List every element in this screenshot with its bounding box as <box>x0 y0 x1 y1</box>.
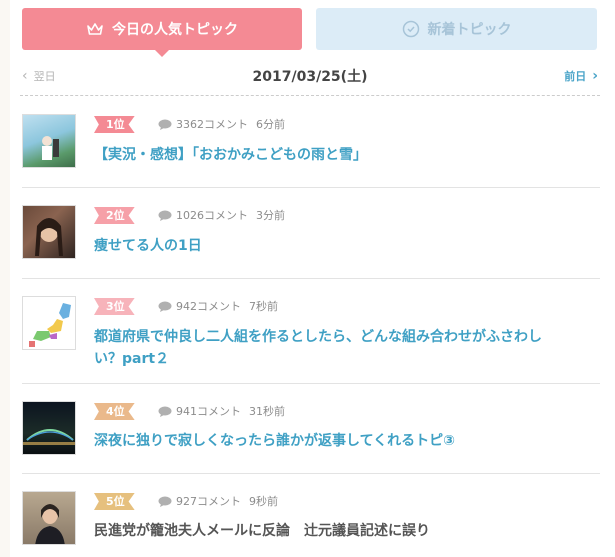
current-date: 2017/03/25(土) <box>252 69 368 85</box>
comment-bubble-icon <box>158 210 172 221</box>
topic-thumbnail[interactable] <box>22 114 76 168</box>
chevron-right-icon: › <box>592 68 598 84</box>
topic-title[interactable]: 深夜に独りで寂しくなったら誰かが返事してくれるトピ③ <box>94 430 569 452</box>
comment-count: 1026コメント <box>176 209 248 222</box>
tab-new-label: 新着トピック <box>427 22 512 38</box>
comment-bubble-icon <box>158 496 172 507</box>
topic-thumbnail[interactable] <box>22 401 76 455</box>
tab-popular-today[interactable]: 今日の人気トピック <box>22 8 302 57</box>
topic-meta: 941コメント 31秒前 <box>158 403 285 419</box>
topic-thumbnail[interactable] <box>22 205 76 259</box>
date-navigation: ‹ 翌日 2017/03/25(土) 前日 › <box>20 62 600 96</box>
topic-meta: 927コメント 9秒前 <box>158 493 278 509</box>
topic-item-4[interactable]: 4位 941コメント 31秒前 深夜に独りで寂しくなったら誰かが返事してくれるト… <box>22 384 600 474</box>
posted-time: 3分前 <box>256 209 285 222</box>
topic-meta: 3362コメント 6分前 <box>158 116 285 132</box>
topic-thumbnail[interactable] <box>22 491 76 545</box>
comment-count: 941コメント <box>176 405 241 418</box>
posted-time: 6分前 <box>256 118 285 131</box>
topic-list: 1位 3362コメント 6分前 【実況・感想】「おおかみこどもの雨と雪」 2位 … <box>22 98 600 557</box>
topic-item-2[interactable]: 2位 1026コメント 3分前 痩せてる人の1日 <box>22 188 600 279</box>
posted-time: 9秒前 <box>249 495 278 508</box>
rank-badge: 3位 <box>94 298 135 315</box>
topic-meta: 942コメント 7秒前 <box>158 298 278 314</box>
topic-title[interactable]: 痩せてる人の1日 <box>94 235 569 257</box>
comment-bubble-icon <box>158 301 172 312</box>
tab-popular-label: 今日の人気トピック <box>112 22 238 38</box>
clock-icon <box>402 20 420 38</box>
comment-count: 3362コメント <box>176 118 248 131</box>
posted-time: 7秒前 <box>249 300 278 313</box>
posted-time: 31秒前 <box>249 405 285 418</box>
tab-new-topics[interactable]: 新着トピック <box>316 8 597 50</box>
comment-count: 942コメント <box>176 300 241 313</box>
topic-item-5[interactable]: 5位 927コメント 9秒前 民進党が籠池夫人メールに反論 辻元議員記述に誤り <box>22 474 600 557</box>
ranking-panel: 今日の人気トピック 新着トピック ‹ 翌日 2017/03/25(土) 前日 ›… <box>10 0 615 557</box>
previous-day-link[interactable]: 前日 › <box>564 68 598 84</box>
comment-count: 927コメント <box>176 495 241 508</box>
rank-badge: 5位 <box>94 493 135 510</box>
topic-thumbnail[interactable] <box>22 296 76 350</box>
topic-title[interactable]: 民進党が籠池夫人メールに反論 辻元議員記述に誤り <box>94 520 569 542</box>
topic-item-3[interactable]: 3位 942コメント 7秒前 都道府県で仲良し二人組を作るとしたら、どんな組み合… <box>22 279 600 384</box>
topic-title[interactable]: 【実況・感想】「おおかみこどもの雨と雪」 <box>94 144 569 166</box>
previous-day-label: 前日 <box>564 70 587 83</box>
comment-bubble-icon <box>158 119 172 130</box>
topic-title[interactable]: 都道府県で仲良し二人組を作るとしたら、どんな組み合わせがふさわしい？part２ <box>94 326 569 370</box>
topic-item-1[interactable]: 1位 3362コメント 6分前 【実況・感想】「おおかみこどもの雨と雪」 <box>22 98 600 188</box>
rank-badge: 2位 <box>94 207 135 224</box>
topic-meta: 1026コメント 3分前 <box>158 207 285 223</box>
rank-badge: 4位 <box>94 403 135 420</box>
rank-badge: 1位 <box>94 116 135 133</box>
crown-icon <box>86 21 104 37</box>
comment-bubble-icon <box>158 406 172 417</box>
